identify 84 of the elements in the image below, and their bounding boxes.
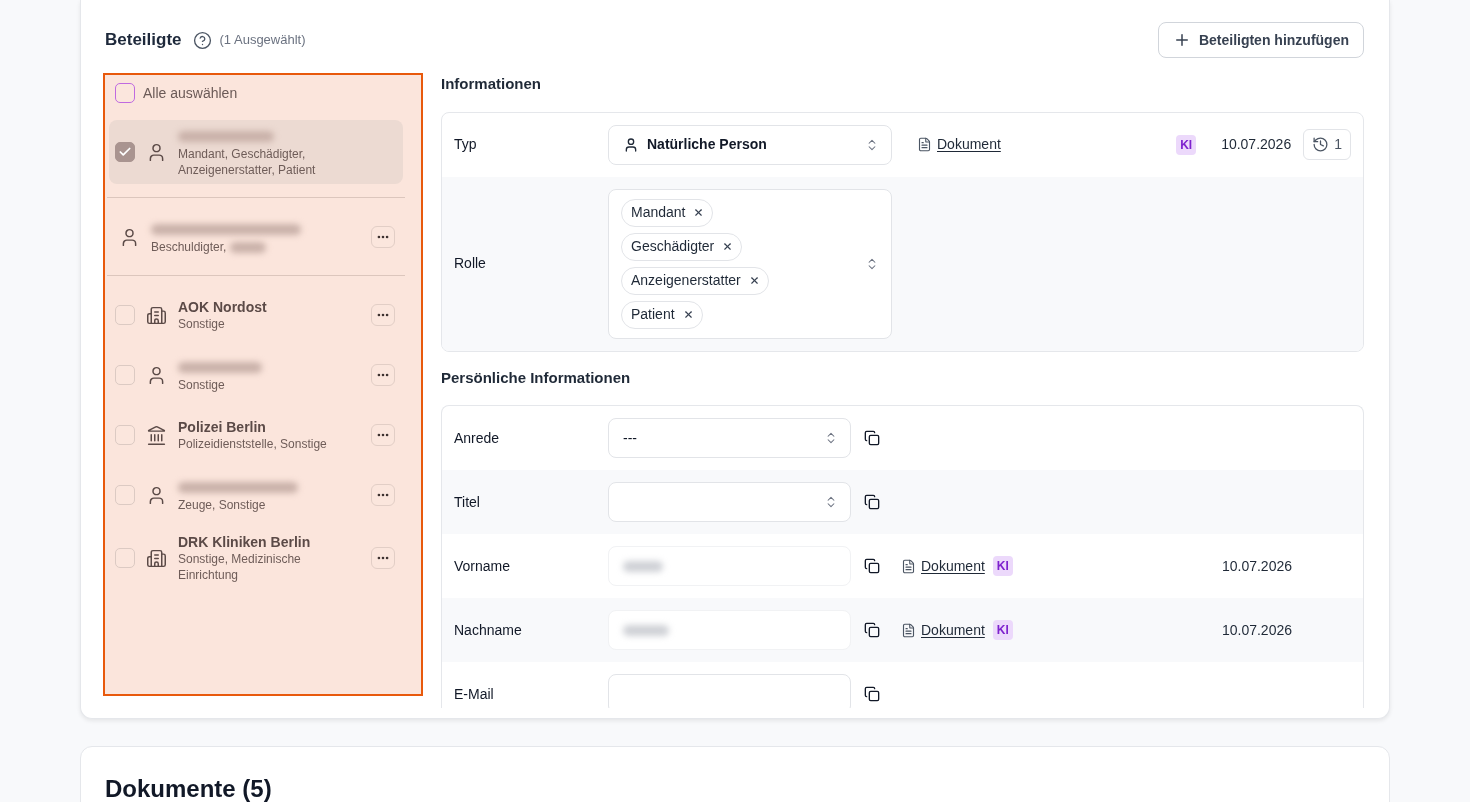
check-icon [118,145,132,159]
text-field[interactable] [608,610,851,650]
field-label: E-Mail [454,684,495,704]
more-button[interactable] [371,304,395,326]
more-button[interactable] [371,226,395,248]
participant-roles: Beschuldigter, [151,239,227,255]
ki-tag: KI [1176,134,1197,155]
select-field[interactable]: Natürliche Person [608,124,892,165]
person-icon [623,136,639,153]
participant-roles: Mandant, Geschädigter, Anzeigenerstatter, Patient [178,146,317,178]
participant-item[interactable]: Mandant, Geschädigter, Anzeigenerstatter, Patient [109,120,403,184]
field-label: Nachname [454,620,523,640]
field-label: Typ [454,135,478,154]
field-label: Vorname [454,556,512,576]
history-button[interactable]: 1 [1303,129,1351,160]
participant-item[interactable]: Zeuge, Sonstige [109,471,403,519]
participant-roles: Polizeidienststelle, Sonstige [178,436,327,452]
participant-roles: Zeuge, Sonstige [178,497,266,513]
participant-name: Polizei Berlin [178,418,267,436]
ki-tag: KI [992,556,1013,576]
participant-item[interactable]: AOK Nordost Sonstige [109,291,403,339]
section-heading: Informationen [441,74,542,94]
more-button[interactable] [371,547,395,569]
add-participant-button[interactable]: Beteiligten hinzufügen [1157,22,1364,58]
field-label: Titel [454,492,481,512]
copy-icon[interactable] [864,430,880,446]
copy-icon[interactable] [864,686,880,702]
checkbox[interactable] [115,305,135,325]
remove-icon[interactable] [748,275,760,286]
checkbox[interactable] [115,365,135,385]
document-link[interactable]: Dokument [937,134,1001,155]
role-chip[interactable]: Mandant [621,198,714,227]
building-icon [146,547,167,569]
document-icon [917,137,932,152]
text-field[interactable] [608,674,851,708]
document-link[interactable]: Dokument [921,555,985,577]
document-icon [901,622,916,638]
role-chip[interactable]: Anzeigenerstatter [621,266,769,295]
participant-name: DRK Kliniken Berlin [178,533,312,551]
date-text: 10.07.2026 [1221,620,1292,640]
participant-item[interactable]: Beschuldigter, [109,213,403,261]
date-text: 10.07.2026 [1221,135,1292,154]
section-heading: Persönliche Informationen [441,367,632,388]
remove-icon[interactable] [722,241,734,252]
section-title: Beteiligte [105,29,182,52]
participant-name: AOK Nordost [178,298,268,316]
copy-icon[interactable] [864,622,880,638]
select-all-checkbox[interactable] [115,83,135,103]
ki-tag: KI [992,620,1013,640]
document-link[interactable]: Dokument [921,619,985,641]
text-field[interactable] [608,546,851,586]
copy-icon[interactable] [864,558,880,574]
checkbox[interactable] [115,425,135,445]
field-label: Anrede [454,428,501,448]
documents-title: Dokumente (5) [105,775,272,802]
select-all-label[interactable]: Alle auswählen [143,82,238,104]
checkbox[interactable] [115,142,135,162]
role-multiselect[interactable]: Mandant Geschädigter Anzeigenerstatter Patient [608,188,892,339]
history-icon [1312,136,1330,153]
remove-icon[interactable] [682,309,694,320]
date-text: 10.07.2026 [1221,556,1292,576]
participant-roles: Sonstige [178,377,225,393]
more-button[interactable] [371,424,395,446]
select-field[interactable]: --- [608,418,851,458]
help-icon[interactable] [192,30,212,50]
institution-icon [146,424,167,446]
role-chip[interactable]: Patient [621,300,703,329]
checkbox[interactable] [115,548,135,568]
building-icon [146,304,167,326]
participant-item[interactable]: Polizei Berlin Polizeidienststelle, Sonstige [109,411,403,459]
role-chip[interactable]: Geschädigter [621,232,743,261]
more-button[interactable] [371,364,395,386]
select-field[interactable] [608,482,851,522]
participant-roles: Sonstige [178,316,225,332]
copy-icon[interactable] [864,494,880,510]
participant-item[interactable]: DRK Kliniken Berlin Sonstige, Medizinische Einrichtung [109,531,403,585]
checkbox[interactable] [115,485,135,505]
field-label: Rolle [454,254,487,273]
selection-count: (1 Ausgewählt) [219,31,306,50]
more-button[interactable] [371,484,395,506]
document-icon [901,558,916,574]
remove-icon[interactable] [693,207,705,218]
participant-roles: Sonstige, Medizinische Einrichtung [178,551,302,583]
participant-item[interactable]: Sonstige [109,351,403,399]
